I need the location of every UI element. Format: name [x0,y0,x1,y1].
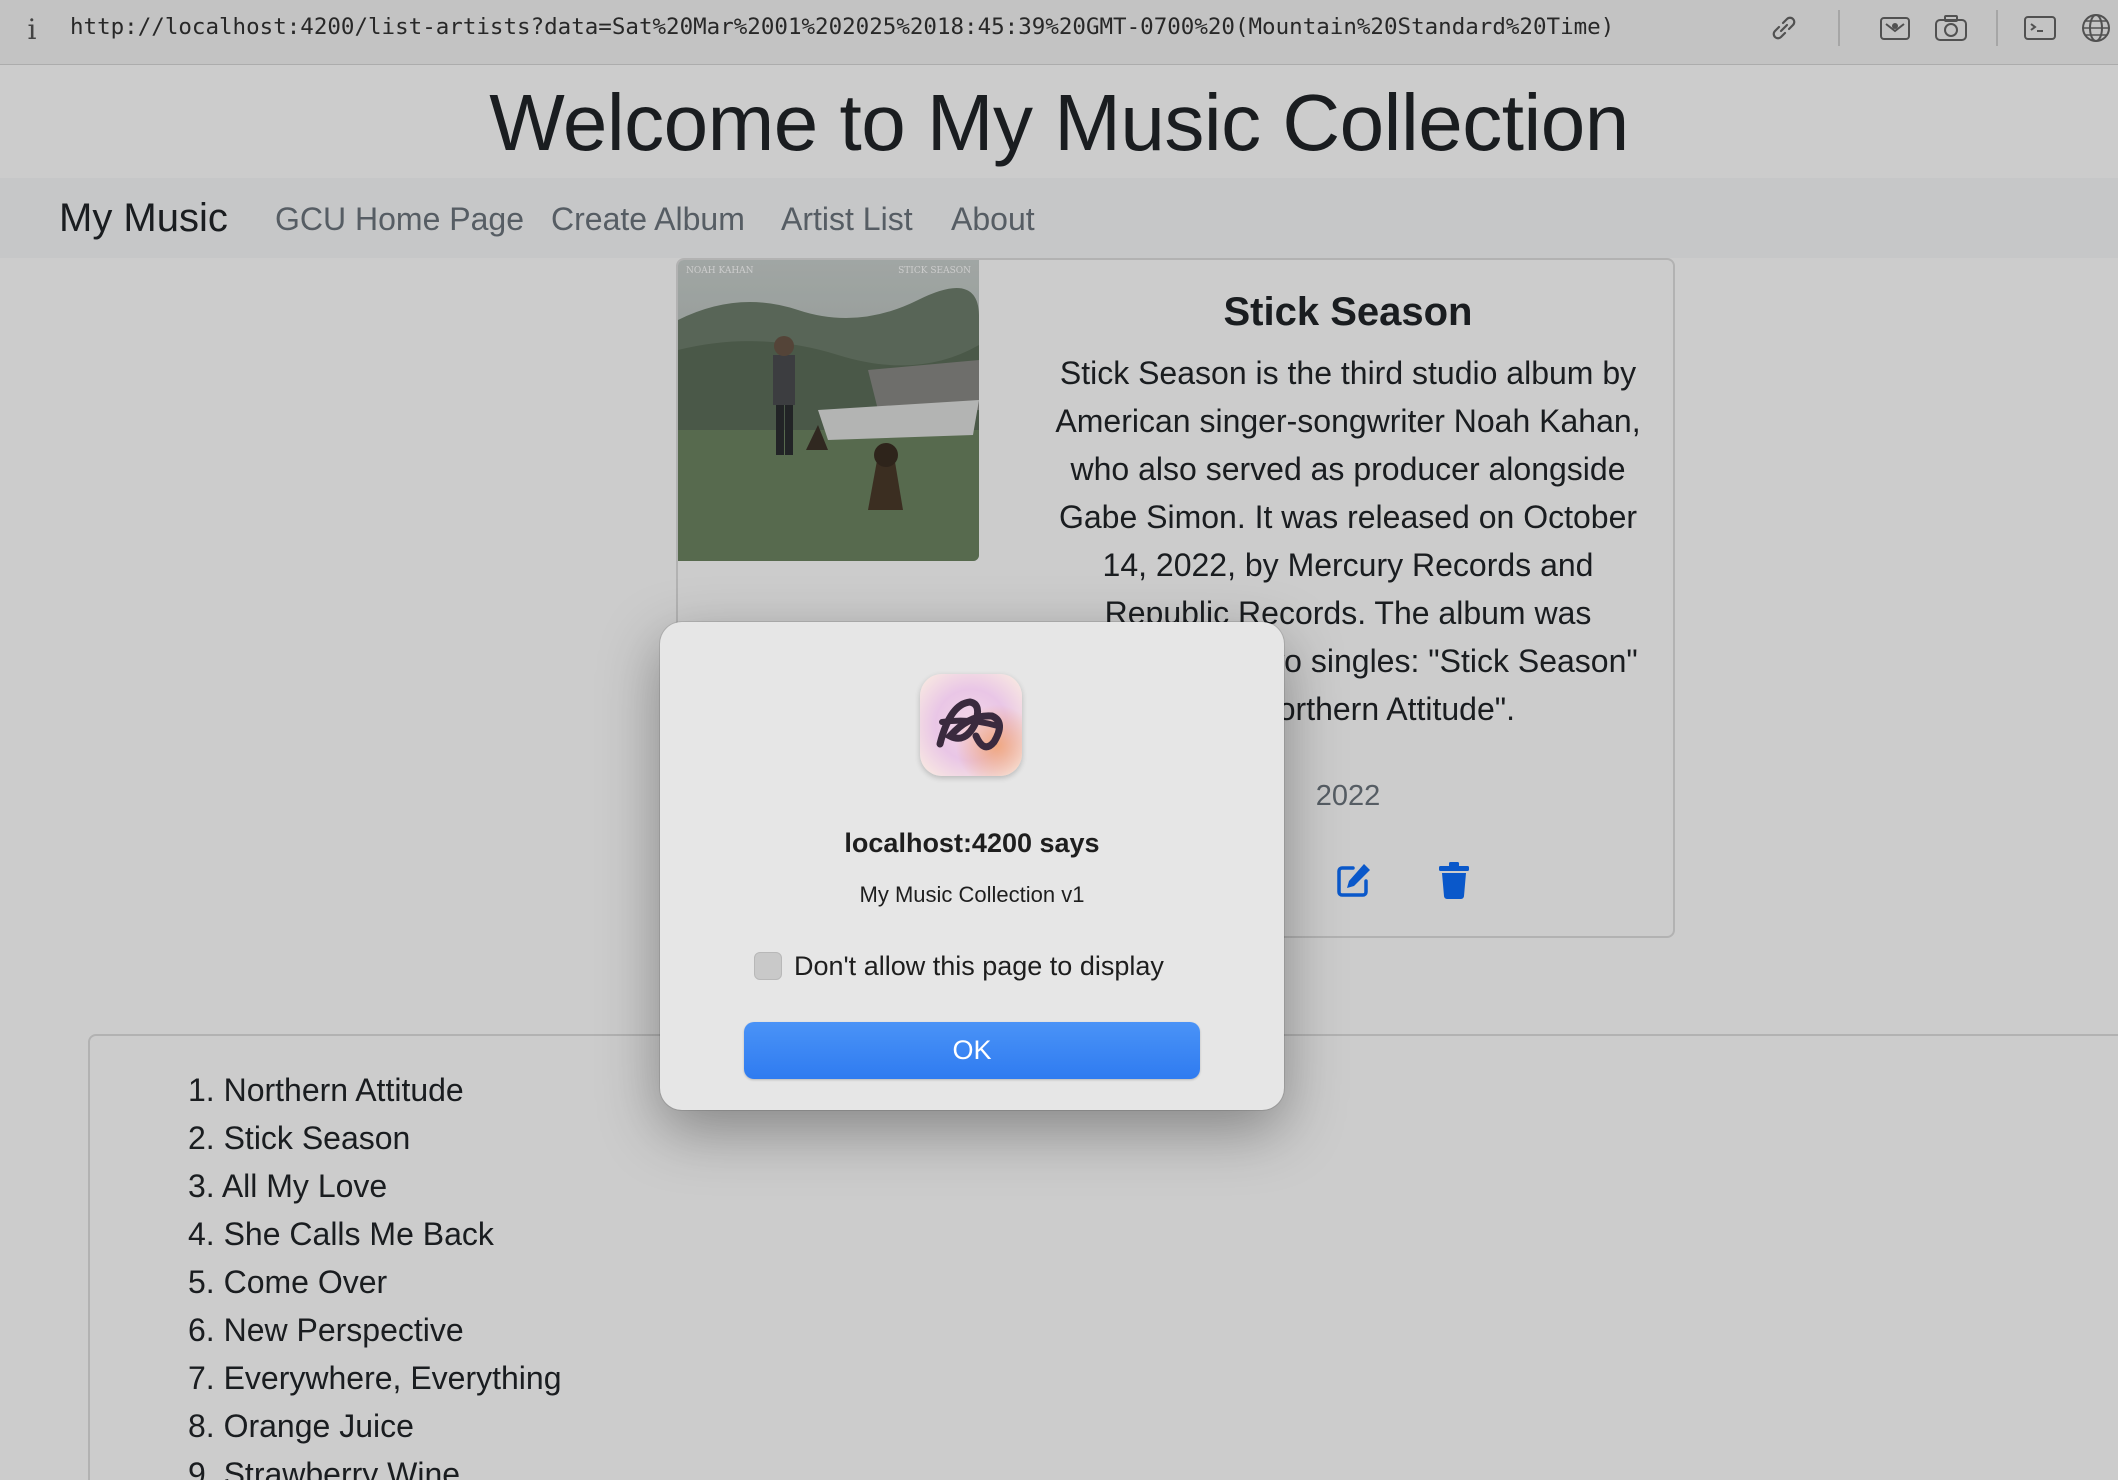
alert-dialog: localhost:4200 says My Music Collection … [660,622,1284,1110]
suppress-dialogs-checkbox[interactable] [754,952,782,980]
suppress-dialogs-label[interactable]: Don't allow this page to display [794,951,1164,982]
dialog-title: localhost:4200 says [844,828,1100,858]
app-icon [920,674,1022,776]
ok-button[interactable]: OK [744,1022,1200,1079]
dialog-message: My Music Collection v1 [859,882,1085,907]
